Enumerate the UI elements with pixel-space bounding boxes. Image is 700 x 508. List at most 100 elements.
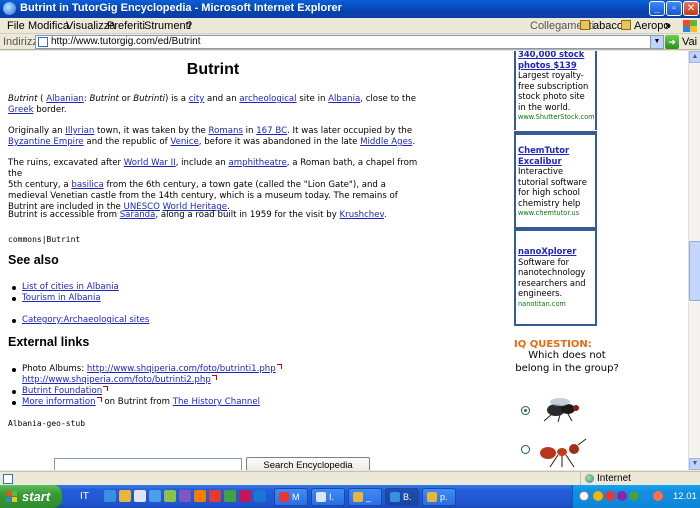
link-middle-ages[interactable]: Middle Ages: [360, 137, 412, 147]
taskbar-item-mail[interactable]: M: [274, 488, 308, 506]
link-byzantine-empire[interactable]: Byzantine Empire: [8, 137, 84, 147]
address-input[interactable]: http://www.tutorgig.com/ed/Butrint ▼: [35, 35, 664, 49]
ad-url[interactable]: nanotitan.com: [518, 299, 595, 310]
quicklaunch-firefox-icon[interactable]: [194, 490, 206, 502]
link-history-channel[interactable]: The History Channel: [173, 397, 260, 407]
quicklaunch-folder-icon[interactable]: [119, 490, 131, 502]
globe-icon: [585, 474, 594, 483]
tray-update-icon[interactable]: [653, 491, 663, 501]
ad-headline: ChemTutor Excalibur: [518, 145, 595, 166]
ad-shutterstock[interactable]: 340,000 stock photos $139 Largest royalt…: [514, 51, 597, 130]
links-overflow-chevron-icon[interactable]: »: [665, 20, 671, 32]
quicklaunch-app-icon[interactable]: [164, 490, 176, 502]
tray-help-icon[interactable]: [579, 491, 589, 501]
link-city[interactable]: city: [189, 94, 205, 104]
taskbar-item-folder[interactable]: _: [348, 488, 382, 506]
ad-headline-link[interactable]: nanoXplorer: [518, 246, 576, 256]
iq-option-radio-1[interactable]: [521, 406, 530, 415]
link-167-bc[interactable]: 167 BC: [256, 126, 287, 136]
link-venice[interactable]: Venice: [170, 137, 198, 147]
ad-headline: nanoXplorer: [518, 246, 595, 257]
link-page-icon: [621, 20, 631, 30]
quicklaunch-opera-icon[interactable]: [209, 490, 221, 502]
window-title: Butrint in TutorGig Encyclopedia - Micro…: [20, 2, 342, 14]
iq-question-text: Which does not belong in the group?: [515, 350, 619, 374]
iq-question-title: IQ QUESTION:: [514, 339, 592, 350]
link-aeropo[interactable]: Aeropo: [621, 20, 669, 32]
ad-url[interactable]: www.ShutterStock.com: [518, 112, 595, 123]
clock[interactable]: 12.01: [673, 491, 697, 502]
menu-help[interactable]: ?: [186, 20, 192, 32]
ad-headline-link[interactable]: 340,000 stock photos $139: [518, 51, 584, 70]
link-krushchev[interactable]: Krushchev: [340, 210, 384, 220]
maximize-button[interactable]: ▫: [666, 1, 682, 16]
page-icon: [38, 37, 48, 47]
iq-option-radio-2[interactable]: [521, 445, 530, 454]
link-basilica[interactable]: basilica: [71, 180, 103, 190]
link-photo-album-2[interactable]: http://www.shqiperia.com/foto/butrinti2.…: [22, 375, 211, 385]
taskbar-item-browser[interactable]: B.: [385, 488, 419, 506]
link-category[interactable]: Category:Archaeological sites: [22, 315, 149, 325]
ruins-text: The ruins, excavated after: [8, 158, 124, 168]
stub-template: Albania-geo-stub: [8, 419, 86, 428]
quicklaunch-desktop-icon[interactable]: [254, 490, 266, 502]
go-button[interactable]: Vai: [682, 36, 697, 48]
link-photo-album-1[interactable]: http://www.shqiperia.com/foto/butrinti1.…: [87, 364, 276, 374]
tray-messenger-icon[interactable]: [629, 491, 639, 501]
link-tourism[interactable]: Tourism in Albania: [22, 293, 101, 303]
vertical-scrollbar[interactable]: ▲ ▼: [688, 51, 700, 470]
ruins-text: 5th century, a: [8, 180, 72, 190]
menu-file[interactable]: File: [7, 20, 25, 32]
tray-network-icon[interactable]: [593, 491, 603, 501]
link-illyrian[interactable]: Illyrian: [65, 126, 94, 136]
tray-security-icon[interactable]: [605, 491, 615, 501]
minimize-button[interactable]: _: [649, 1, 665, 16]
menu-strumenti[interactable]: Strumenti: [144, 20, 191, 32]
go-arrow-icon[interactable]: ➜: [665, 35, 679, 49]
fly-icon[interactable]: [538, 394, 590, 424]
link-abaco[interactable]: abaco: [580, 20, 623, 32]
link-saranda[interactable]: Saranda: [120, 210, 156, 220]
address-dropdown-chevron-icon[interactable]: ▼: [650, 36, 663, 48]
search-input[interactable]: [54, 458, 242, 470]
scroll-up-arrow-icon[interactable]: ▲: [689, 51, 700, 63]
menu-modifica[interactable]: Modifica: [28, 20, 69, 32]
quicklaunch-player-icon[interactable]: [239, 490, 251, 502]
tray-app-icon[interactable]: [617, 491, 627, 501]
ad-body: Largest royalty-free subscription stock …: [518, 70, 589, 112]
close-button[interactable]: ✕: [683, 1, 699, 16]
language-indicator[interactable]: IT: [80, 491, 89, 502]
link-butrint-foundation[interactable]: Butrint Foundation: [22, 386, 102, 396]
ant-icon[interactable]: [538, 437, 590, 469]
internet-explorer-icon[interactable]: [3, 2, 16, 15]
quicklaunch-ie-icon[interactable]: [104, 490, 116, 502]
link-albania[interactable]: Albania: [328, 94, 360, 104]
link-world-war-ii[interactable]: World War II: [124, 158, 176, 168]
ad-headline-link[interactable]: ChemTutor Excalibur: [518, 145, 569, 166]
quicklaunch-tool-icon[interactable]: [224, 490, 236, 502]
link-list-of-cities[interactable]: List of cities in Albania: [22, 282, 119, 292]
link-romans[interactable]: Romans: [208, 126, 242, 136]
intro-text: (: [37, 94, 47, 104]
link-archeological[interactable]: archeological: [239, 94, 296, 104]
ad-nanoxplorer[interactable]: nanoXplorer Software for nanotechnology …: [514, 231, 597, 326]
link-albanian[interactable]: Albanian: [46, 94, 84, 104]
ad-chemtutor[interactable]: ChemTutor Excalibur Interactive tutorial…: [514, 135, 597, 227]
taskbar-item-doc[interactable]: I.: [311, 488, 345, 506]
link-greek[interactable]: Greek: [8, 105, 34, 115]
link-more-information[interactable]: More information: [22, 397, 96, 407]
link-amphitheatre[interactable]: amphitheatre: [228, 158, 286, 168]
tray-volume-icon[interactable]: [641, 491, 651, 501]
quicklaunch-messenger-icon[interactable]: [149, 490, 161, 502]
scroll-down-arrow-icon[interactable]: ▼: [689, 458, 700, 470]
zone-label: Internet: [597, 473, 631, 484]
quicklaunch-media-icon[interactable]: [179, 490, 191, 502]
start-button[interactable]: start: [0, 485, 62, 508]
page-content: Butrint Butrint ( Albanian: Butrint or B…: [0, 51, 688, 470]
quicklaunch-document-icon[interactable]: [134, 490, 146, 502]
scrollbar-thumb[interactable]: [689, 241, 700, 301]
menu-preferiti[interactable]: Preferiti: [107, 20, 145, 32]
ad-url[interactable]: www.chemtutor.us: [518, 208, 595, 219]
taskbar-item-folder-2[interactable]: p.: [422, 488, 456, 506]
search-encyclopedia-button[interactable]: Search Encyclopedia: [246, 457, 370, 470]
